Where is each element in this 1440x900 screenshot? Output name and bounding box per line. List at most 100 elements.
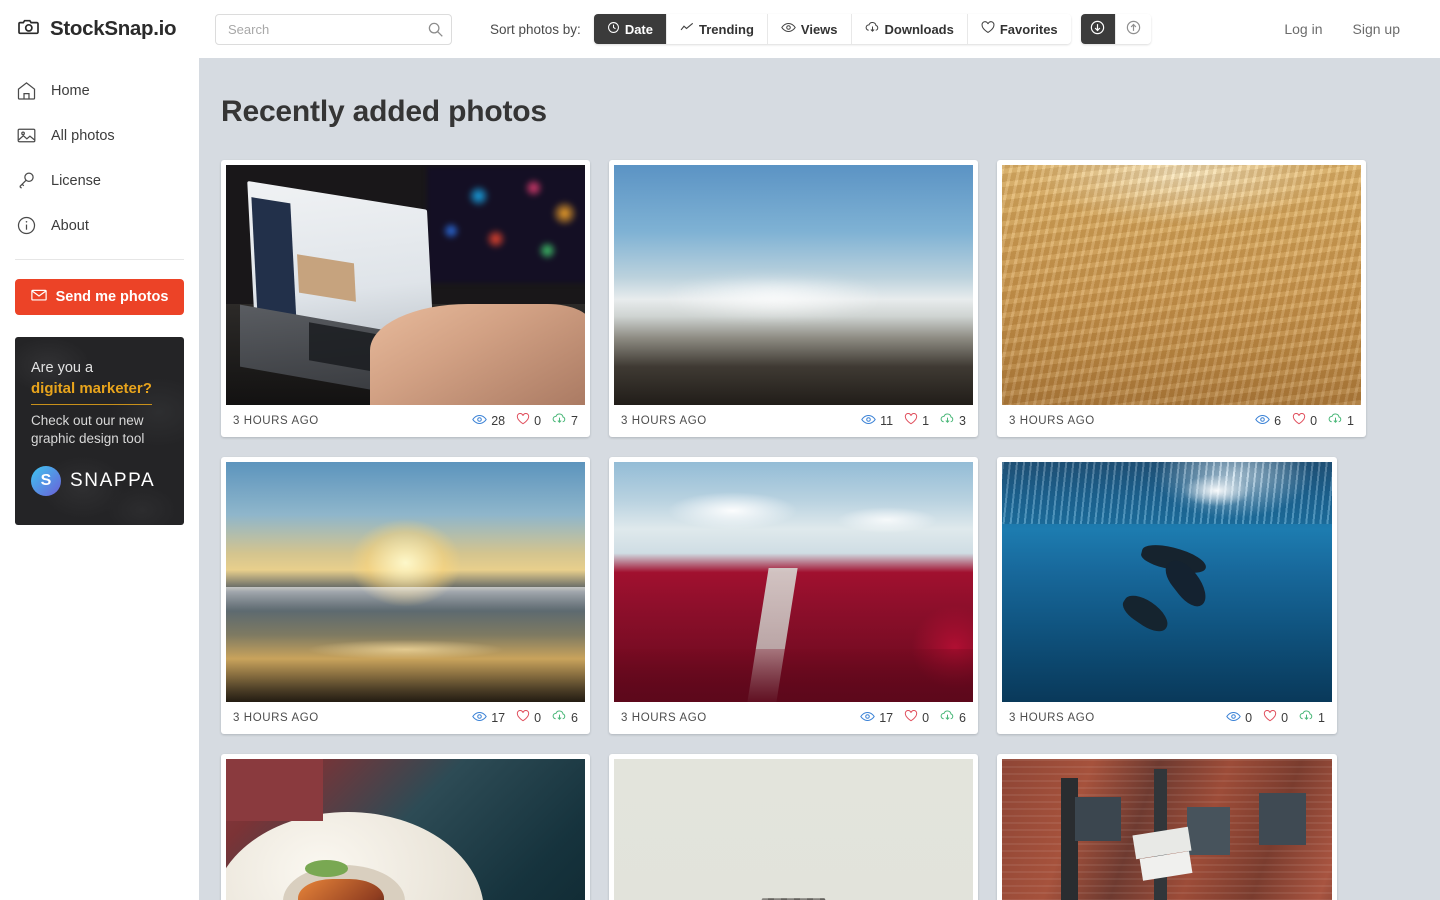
views-count: 17 bbox=[879, 711, 894, 725]
stat-views: 17 bbox=[472, 709, 505, 727]
sidebar-item-label: Home bbox=[51, 82, 90, 99]
send-me-photos-button[interactable]: Send me photos bbox=[15, 279, 184, 315]
arrow-down-circle-icon bbox=[1089, 19, 1106, 39]
download-cloud-icon bbox=[865, 21, 880, 37]
search-input[interactable] bbox=[215, 13, 452, 45]
sort-option-favorites[interactable]: Favorites bbox=[967, 14, 1071, 44]
eye-icon bbox=[472, 412, 487, 430]
stat-favorites: 0 bbox=[904, 709, 929, 727]
ad-line-1: Are you a bbox=[31, 360, 94, 376]
sort-option-views[interactable]: Views bbox=[767, 14, 852, 44]
arrow-up-circle-icon bbox=[1125, 19, 1142, 39]
photo-thumbnail[interactable] bbox=[614, 462, 973, 702]
sort-option-date[interactable]: Date bbox=[593, 14, 667, 44]
photo-meta: 3 HOURS AGO 17 0 6 bbox=[614, 702, 973, 734]
camera-icon bbox=[17, 15, 41, 44]
login-link[interactable]: Log in bbox=[1284, 21, 1322, 37]
heart-icon bbox=[904, 709, 918, 727]
sidebar-item-home[interactable]: Home bbox=[15, 68, 184, 113]
photo-thumbnail[interactable] bbox=[1002, 462, 1332, 702]
stat-downloads: 3 bbox=[940, 412, 966, 430]
search-box[interactable] bbox=[215, 13, 452, 45]
stat-views: 11 bbox=[861, 412, 893, 430]
downloads-count: 6 bbox=[571, 711, 578, 725]
photo-thumbnail[interactable] bbox=[226, 759, 585, 900]
photo-card[interactable] bbox=[221, 754, 590, 900]
photo-timestamp: 3 HOURS AGO bbox=[233, 712, 319, 724]
stat-favorites: 0 bbox=[1292, 412, 1317, 430]
photo-grid: 3 HOURS AGO 28 0 7 3 HOURS AGO 11 1 3 3 … bbox=[199, 129, 1440, 900]
stat-downloads: 6 bbox=[552, 709, 578, 727]
photo-card[interactable]: 3 HOURS AGO 17 0 6 bbox=[609, 457, 978, 734]
ad-brand: S SNAPPA bbox=[31, 465, 168, 496]
photo-thumbnail[interactable] bbox=[226, 165, 585, 405]
image-icon bbox=[15, 125, 37, 147]
sidebar-item-label: License bbox=[51, 172, 101, 189]
downloads-count: 3 bbox=[959, 414, 966, 428]
sort-option-trending[interactable]: Trending bbox=[667, 14, 768, 44]
sidebar-ad-snappa[interactable]: Are you a digital marketer? Check out ou… bbox=[15, 337, 184, 525]
photo-thumbnail[interactable] bbox=[614, 165, 973, 405]
photo-card[interactable]: 3 HOURS AGO 6 0 1 bbox=[997, 160, 1366, 437]
photo-card[interactable]: 3 HOURS AGO 17 0 6 bbox=[221, 457, 590, 734]
sidebar-item-license[interactable]: License bbox=[15, 158, 184, 203]
photo-card[interactable]: 3 HOURS AGO 28 0 7 bbox=[221, 160, 590, 437]
favorites-count: 0 bbox=[1310, 414, 1318, 428]
sidebar-divider bbox=[15, 259, 184, 260]
photo-stats: 17 0 6 bbox=[860, 709, 966, 727]
photo-thumbnail[interactable] bbox=[614, 759, 973, 900]
sort-descending-button[interactable] bbox=[1080, 14, 1116, 44]
stat-favorites: 0 bbox=[516, 709, 541, 727]
views-count: 17 bbox=[491, 711, 506, 725]
sort-option-downloads[interactable]: Downloads bbox=[851, 14, 968, 44]
sort-ascending-button[interactable] bbox=[1115, 14, 1151, 44]
views-count: 0 bbox=[1245, 711, 1253, 725]
sort-option-label: Date bbox=[624, 21, 653, 37]
stat-downloads: 1 bbox=[1328, 412, 1354, 430]
eye-icon bbox=[1255, 412, 1270, 430]
sidebar-item-about[interactable]: About bbox=[15, 203, 184, 248]
sidebar-item-label: All photos bbox=[51, 127, 115, 144]
download-cloud-icon bbox=[1299, 709, 1314, 727]
ad-brand-name: SNAPPA bbox=[70, 469, 156, 491]
stat-downloads: 6 bbox=[940, 709, 966, 727]
signup-link[interactable]: Sign up bbox=[1353, 21, 1400, 37]
downloads-count: 7 bbox=[571, 414, 578, 428]
info-circle-icon bbox=[15, 215, 37, 237]
page-title: Recently added photos bbox=[221, 95, 547, 128]
stat-favorites: 0 bbox=[1263, 709, 1288, 727]
sidebar-item-label: About bbox=[51, 217, 89, 234]
photo-meta: 3 HOURS AGO 6 0 1 bbox=[1002, 405, 1361, 437]
stat-views: 28 bbox=[472, 412, 505, 430]
photo-stats: 28 0 7 bbox=[472, 412, 578, 430]
photo-thumbnail[interactable] bbox=[1002, 759, 1332, 900]
key-icon bbox=[15, 170, 37, 192]
photo-card[interactable]: 3 HOURS AGO 11 1 3 bbox=[609, 160, 978, 437]
photo-meta: 3 HOURS AGO 28 0 7 bbox=[226, 405, 585, 437]
stat-views: 6 bbox=[1255, 412, 1281, 430]
download-cloud-icon bbox=[940, 412, 955, 430]
downloads-count: 1 bbox=[1318, 711, 1325, 725]
stat-views: 17 bbox=[860, 709, 893, 727]
photo-card[interactable] bbox=[609, 754, 978, 900]
photo-thumbnail[interactable] bbox=[1002, 165, 1361, 405]
stat-favorites: 1 bbox=[904, 412, 929, 430]
home-icon bbox=[15, 80, 37, 102]
favorites-count: 0 bbox=[1281, 711, 1289, 725]
photo-thumbnail[interactable] bbox=[226, 462, 585, 702]
sidebar-item-all-photos[interactable]: All photos bbox=[15, 113, 184, 158]
eye-icon bbox=[472, 709, 487, 727]
search-submit-button[interactable] bbox=[426, 20, 445, 39]
brand-logo[interactable]: StockSnap.io bbox=[0, 15, 199, 44]
clock-icon bbox=[607, 21, 620, 37]
photo-card[interactable] bbox=[997, 754, 1337, 900]
stat-views: 0 bbox=[1226, 709, 1252, 727]
brand-name: StockSnap.io bbox=[50, 17, 177, 40]
photo-timestamp: 3 HOURS AGO bbox=[1009, 712, 1095, 724]
sort-direction-group bbox=[1080, 14, 1151, 44]
eye-icon bbox=[781, 21, 796, 37]
photo-card[interactable]: 3 HOURS AGO 0 0 1 bbox=[997, 457, 1337, 734]
photo-timestamp: 3 HOURS AGO bbox=[621, 712, 707, 724]
views-count: 6 bbox=[1274, 414, 1282, 428]
download-cloud-icon bbox=[552, 412, 567, 430]
